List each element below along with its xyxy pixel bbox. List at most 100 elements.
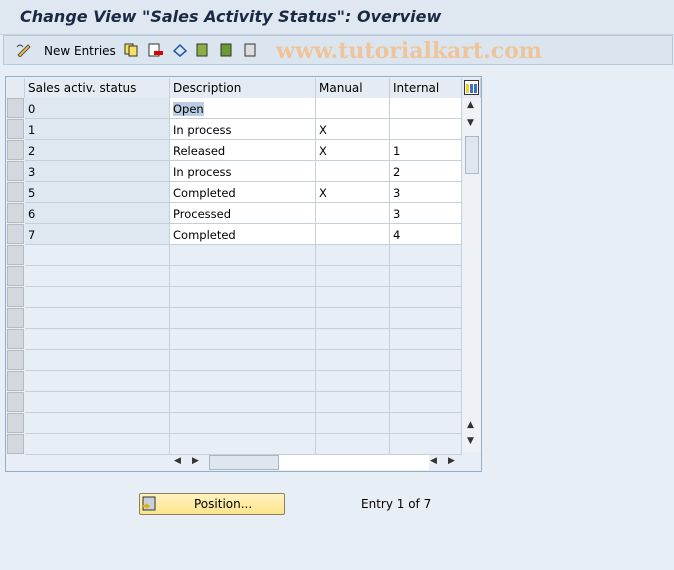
select-block-icon[interactable] (220, 43, 234, 57)
cell-internal[interactable]: 2 (390, 161, 462, 182)
cell-description[interactable] (170, 350, 316, 371)
scroll-right-icon[interactable]: ▶ (448, 456, 455, 466)
cell-description[interactable] (170, 413, 316, 434)
cell-description[interactable]: Released (170, 140, 316, 161)
row-selector[interactable] (7, 161, 24, 181)
table-row (7, 413, 462, 434)
cell-manual[interactable] (316, 245, 390, 266)
row-selector[interactable] (7, 371, 24, 391)
cell-manual[interactable]: X (316, 119, 390, 140)
cell-internal[interactable] (390, 308, 462, 329)
copy-icon[interactable] (124, 43, 138, 57)
undo-icon[interactable] (172, 43, 188, 57)
cell-manual[interactable] (316, 434, 390, 455)
column-header-description[interactable]: Description (170, 78, 316, 98)
scroll-left-icon[interactable]: ◀ (430, 456, 437, 466)
scroll-down-icon[interactable]: ▼ (467, 118, 474, 128)
edit-pencil-icon[interactable] (16, 43, 31, 58)
row-selector[interactable] (7, 119, 24, 139)
cell-description[interactable]: Processed (170, 203, 316, 224)
select-all-rows-button[interactable] (7, 78, 25, 98)
cell-description[interactable]: Completed (170, 224, 316, 245)
cell-description[interactable] (170, 245, 316, 266)
cell-manual[interactable] (316, 287, 390, 308)
cell-internal[interactable] (390, 350, 462, 371)
row-selector[interactable] (7, 308, 24, 328)
cell-description[interactable] (170, 434, 316, 455)
cell-internal[interactable]: 4 (390, 224, 462, 245)
cell-status: 5 (25, 182, 170, 203)
cell-manual[interactable] (316, 308, 390, 329)
row-selector[interactable] (7, 182, 24, 202)
row-selector[interactable] (7, 350, 24, 370)
column-header-status[interactable]: Sales activ. status (25, 78, 170, 98)
cell-description[interactable]: Completed (170, 182, 316, 203)
table-settings-icon[interactable] (462, 78, 481, 98)
scroll-down-icon[interactable]: ▼ (467, 436, 474, 446)
cell-manual[interactable] (316, 371, 390, 392)
cell-internal[interactable] (390, 434, 462, 455)
scroll-right-icon[interactable]: ▶ (192, 456, 199, 466)
cell-manual[interactable] (316, 329, 390, 350)
horizontal-scroll-thumb[interactable] (209, 455, 279, 470)
scroll-left-icon[interactable]: ◀ (174, 456, 181, 466)
delete-icon[interactable] (148, 43, 163, 57)
cell-internal[interactable] (390, 266, 462, 287)
cell-manual[interactable]: X (316, 140, 390, 161)
deselect-all-icon[interactable] (244, 43, 258, 57)
row-selector[interactable] (7, 140, 24, 160)
scroll-up-icon[interactable]: ▲ (467, 420, 474, 430)
select-all-icon[interactable] (196, 43, 210, 57)
cell-internal[interactable] (390, 245, 462, 266)
cell-manual[interactable] (316, 98, 390, 119)
cell-description[interactable]: Open (170, 98, 316, 119)
cell-description[interactable]: In process (170, 119, 316, 140)
cell-manual[interactable]: X (316, 182, 390, 203)
position-button[interactable]: Position... (139, 493, 285, 515)
cell-manual[interactable] (316, 392, 390, 413)
cell-manual[interactable] (316, 413, 390, 434)
cell-status: 3 (25, 161, 170, 182)
row-selector[interactable] (7, 266, 24, 286)
scroll-up-icon[interactable]: ▲ (467, 100, 474, 110)
cell-internal[interactable] (390, 119, 462, 140)
cell-status (25, 329, 170, 350)
cell-description[interactable] (170, 392, 316, 413)
cell-internal[interactable] (390, 413, 462, 434)
cell-internal[interactable] (390, 371, 462, 392)
cell-description[interactable] (170, 371, 316, 392)
column-header-manual[interactable]: Manual (316, 78, 390, 98)
row-selector[interactable] (7, 224, 24, 244)
cell-manual[interactable] (316, 350, 390, 371)
cell-description[interactable] (170, 287, 316, 308)
cell-description[interactable] (170, 308, 316, 329)
cell-description[interactable] (170, 329, 316, 350)
table-row (7, 434, 462, 455)
row-selector[interactable] (7, 203, 24, 223)
cell-manual[interactable] (316, 203, 390, 224)
row-selector[interactable] (7, 413, 24, 433)
row-selector[interactable] (7, 287, 24, 307)
row-selector[interactable] (7, 392, 24, 412)
cell-internal[interactable]: 3 (390, 182, 462, 203)
cell-description[interactable]: In process (170, 161, 316, 182)
cell-internal[interactable] (390, 329, 462, 350)
vertical-scroll-thumb[interactable] (465, 136, 479, 174)
column-header-internal[interactable]: Internal (390, 78, 462, 98)
row-selector[interactable] (7, 245, 24, 265)
cell-manual[interactable] (316, 224, 390, 245)
cell-description[interactable] (170, 266, 316, 287)
cell-internal[interactable] (390, 287, 462, 308)
cell-internal[interactable]: 1 (390, 140, 462, 161)
cell-internal[interactable]: 3 (390, 203, 462, 224)
new-entries-button[interactable]: New Entries (44, 44, 116, 58)
row-selector[interactable] (7, 98, 24, 118)
horizontal-scrollbar[interactable]: ◀ ▶ ◀ ▶ (171, 454, 461, 470)
cell-manual[interactable] (316, 266, 390, 287)
cell-internal[interactable] (390, 392, 462, 413)
cell-manual[interactable] (316, 161, 390, 182)
row-selector[interactable] (7, 434, 24, 454)
vertical-scrollbar[interactable]: ▲ ▼ ▲ ▼ (462, 98, 481, 452)
cell-internal[interactable] (390, 98, 462, 119)
row-selector[interactable] (7, 329, 24, 349)
